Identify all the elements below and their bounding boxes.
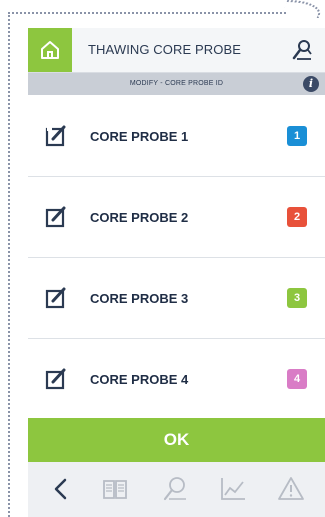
- header: THAWING CORE PROBE: [28, 28, 325, 73]
- page-title: THAWING CORE PROBE: [88, 42, 241, 57]
- dotted-frame-top: [8, 12, 286, 14]
- probe-number-badge: 1: [287, 126, 307, 146]
- probe-label: CORE PROBE 3: [90, 290, 189, 306]
- recipe-book-icon[interactable]: [100, 474, 130, 504]
- probe-row-1[interactable]: CORE PROBE 1 1: [28, 96, 325, 177]
- edit-icon[interactable]: [44, 205, 68, 229]
- probe-number-badge: 4: [287, 369, 307, 389]
- probe-label: CORE PROBE 4: [90, 371, 189, 387]
- dotted-frame-corner: [280, 0, 325, 18]
- probe-label: CORE PROBE 2: [90, 209, 189, 225]
- probe-number-badge: 2: [287, 207, 307, 227]
- app-panel: THAWING CORE PROBE MODIFY - CORE PROBE I…: [28, 28, 325, 517]
- probe-number-badge: 3: [287, 288, 307, 308]
- probe-list: CORE PROBE 1 1 CORE PROBE 2 2 CORE PROBE…: [28, 96, 325, 419]
- chart-icon[interactable]: [218, 474, 248, 504]
- info-icon[interactable]: i: [303, 76, 319, 92]
- probe-icon[interactable]: [160, 474, 190, 504]
- subheader-bar: MODIFY - CORE PROBE ID i: [28, 73, 325, 95]
- edit-icon[interactable]: [44, 124, 68, 148]
- probe-row-2[interactable]: CORE PROBE 2 2: [28, 177, 325, 258]
- dotted-frame-left: [8, 12, 10, 517]
- probe-row-4[interactable]: CORE PROBE 4 4: [28, 339, 325, 419]
- warning-icon[interactable]: [276, 474, 306, 504]
- edit-icon[interactable]: [44, 367, 68, 391]
- ok-button[interactable]: OK: [28, 418, 325, 462]
- footer-toolbar: [28, 462, 325, 517]
- subheader-title: MODIFY - CORE PROBE ID: [129, 80, 224, 87]
- probe-label: CORE PROBE 1: [90, 128, 189, 144]
- edit-icon[interactable]: [44, 286, 68, 310]
- core-probe-icon[interactable]: [289, 36, 317, 64]
- home-icon: [41, 41, 59, 59]
- probe-row-3[interactable]: CORE PROBE 3 3: [28, 258, 325, 339]
- back-icon[interactable]: [46, 474, 76, 504]
- home-button[interactable]: [28, 28, 72, 72]
